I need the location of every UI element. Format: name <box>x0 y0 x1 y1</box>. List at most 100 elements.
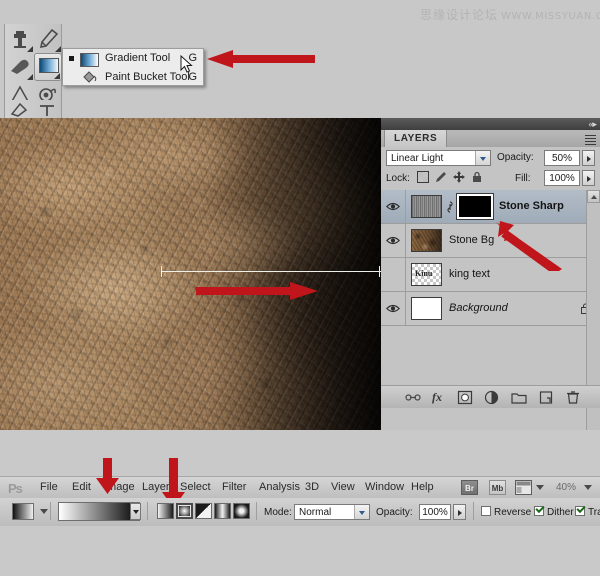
dither-checkbox[interactable] <box>534 506 544 516</box>
zoom-level: 40% <box>556 482 576 493</box>
angle-gradient-button[interactable] <box>195 503 212 519</box>
chevron-down-icon[interactable] <box>354 505 369 519</box>
gradient-drag-line <box>161 271 381 272</box>
layer-name[interactable]: king text <box>449 268 490 280</box>
radial-gradient-button[interactable] <box>176 503 193 519</box>
bridge-button[interactable]: Br <box>461 480 478 495</box>
add-layer-mask-icon[interactable] <box>457 390 473 405</box>
flyout-item-gradient-tool[interactable]: Gradient Tool G <box>63 49 203 68</box>
panel-tab-bar[interactable]: LAYERS <box>381 130 600 148</box>
panel-menu-icon[interactable] <box>585 133 596 144</box>
opacity-label: Opacity: <box>497 152 534 163</box>
delete-layer-icon[interactable] <box>565 390 581 405</box>
new-group-icon[interactable] <box>511 390 527 405</box>
layer-style-fx-icon[interactable]: fx <box>432 390 448 405</box>
menu-item-window[interactable]: Window <box>365 481 404 493</box>
gradient-picker-dropdown[interactable] <box>130 503 141 520</box>
watermark-cn: 思缘设计论坛 <box>420 8 498 22</box>
collapse-panel-icon[interactable]: «▸ <box>588 119 596 130</box>
tool-more-triangle-icon <box>27 46 33 52</box>
menu-item-3d[interactable]: 3D <box>305 481 319 493</box>
lock-image-pixels-icon[interactable] <box>435 171 447 183</box>
fill-input[interactable]: 100% <box>544 170 580 186</box>
opacity-input[interactable]: 100% <box>419 504 451 520</box>
table-row[interactable]: Stone Sharp <box>381 190 600 224</box>
gradient-tool[interactable] <box>34 53 62 81</box>
layers-panel-toolbar[interactable]: fx <box>381 385 600 408</box>
layer-thumbnail[interactable] <box>411 297 442 320</box>
menu-item-edit[interactable]: Edit <box>72 481 91 493</box>
menu-item-analysis[interactable]: Analysis <box>259 481 300 493</box>
menu-item-filter[interactable]: Filter <box>222 481 246 493</box>
mode-value: Normal <box>299 507 331 518</box>
stone-texture-image <box>0 118 381 430</box>
new-adjustment-layer-icon[interactable] <box>484 390 500 405</box>
layer-name[interactable]: Background <box>449 302 508 314</box>
menu-item-layer[interactable]: Layer <box>142 481 170 493</box>
menu-bar[interactable]: Ps File Edit Image Layer Select Filter A… <box>0 476 600 500</box>
scroll-up-button[interactable] <box>587 190 600 203</box>
opacity-stepper[interactable] <box>582 150 595 166</box>
flyout-item-paint-bucket-tool[interactable]: Paint Bucket Tool G <box>63 68 203 87</box>
lock-position-icon[interactable] <box>453 171 465 183</box>
opacity-stepper[interactable] <box>453 504 466 520</box>
link-layers-icon[interactable] <box>405 390 421 405</box>
menu-item-help[interactable]: Help <box>411 481 434 493</box>
lock-transparent-pixels-icon[interactable] <box>417 171 429 183</box>
mini-bridge-button[interactable]: Mb <box>489 480 506 495</box>
menu-item-image[interactable]: Image <box>104 481 135 493</box>
eye-visibility-icon-off[interactable] <box>386 269 400 280</box>
chevron-down-icon[interactable] <box>40 509 48 514</box>
layers-panel[interactable]: «▸ LAYERS Linear Light Opacity: 50% Lock… <box>381 118 600 430</box>
tab-layers[interactable]: LAYERS <box>384 130 447 147</box>
chevron-down-icon[interactable] <box>584 485 592 490</box>
lock-row: Lock: Fill: 100% <box>381 169 600 189</box>
gradient-tool-icon <box>80 53 99 67</box>
document-canvas[interactable] <box>0 118 381 430</box>
menu-item-view[interactable]: View <box>331 481 355 493</box>
reverse-checkbox[interactable] <box>481 506 491 516</box>
mode-select[interactable]: Normal <box>294 504 370 520</box>
layer-name[interactable]: Stone Bg <box>449 234 494 246</box>
lock-all-icon[interactable] <box>471 171 483 183</box>
gradient-preset-swatch[interactable] <box>12 503 34 520</box>
layer-thumbnail[interactable] <box>411 195 442 218</box>
fill-stepper[interactable] <box>582 170 595 186</box>
transparency-label: Transparency <box>588 507 600 518</box>
chevron-down-icon[interactable] <box>475 151 490 165</box>
opacity-value: 100% <box>422 507 448 518</box>
photoshop-logo: Ps <box>8 481 22 496</box>
reflected-gradient-button[interactable] <box>214 503 231 519</box>
watermark-url: WWW.MISSYUAN.COM <box>501 11 600 22</box>
layer-thumbnail[interactable]: Kinu <box>411 263 442 286</box>
new-layer-icon[interactable] <box>538 390 554 405</box>
screen-mode-icon[interactable] <box>515 480 532 495</box>
eye-visibility-icon[interactable] <box>386 235 400 246</box>
layer-name[interactable]: Stone Sharp <box>499 200 564 212</box>
opacity-input[interactable]: 50% <box>544 150 580 166</box>
layers-scrollbar[interactable] <box>586 190 600 452</box>
link-layers-icon[interactable] <box>446 201 454 213</box>
gradient-tool-flyout-menu[interactable]: Gradient Tool G Paint Bucket Tool G <box>62 48 204 86</box>
layer-thumbnail[interactable] <box>411 229 442 252</box>
layer-mask-thumbnail[interactable] <box>457 194 493 219</box>
menu-item-file[interactable]: File <box>40 481 58 493</box>
gradient-preview-strip[interactable] <box>58 502 140 521</box>
table-row[interactable]: Stone Bg <box>381 224 600 258</box>
eye-visibility-icon[interactable] <box>386 303 400 314</box>
table-row[interactable]: Kinu king text <box>381 258 600 292</box>
clone-stamp-tool[interactable] <box>6 25 34 53</box>
menu-item-select[interactable]: Select <box>180 481 211 493</box>
table-row[interactable]: Background <box>381 292 600 326</box>
tool-options-bar[interactable]: Mode: Normal Opacity: 100% Reverse Dithe… <box>0 498 600 527</box>
chevron-down-icon[interactable] <box>536 485 544 490</box>
fill-label: Fill: <box>515 173 531 184</box>
diamond-gradient-button[interactable] <box>233 503 250 519</box>
eraser-tool[interactable] <box>6 53 34 81</box>
transparency-checkbox[interactable] <box>575 506 585 516</box>
blend-mode-select[interactable]: Linear Light <box>386 150 491 166</box>
history-brush-tool[interactable] <box>34 25 62 53</box>
toolbox-row-partial[interactable] <box>4 100 62 118</box>
eye-visibility-icon[interactable] <box>386 201 400 212</box>
linear-gradient-button[interactable] <box>157 503 174 519</box>
